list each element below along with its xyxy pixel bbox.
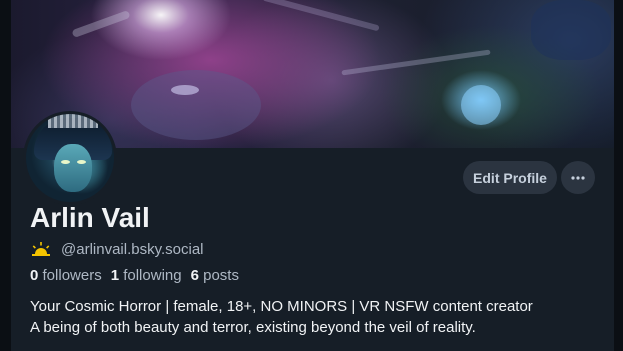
bio-line: Your Cosmic Horror | female, 18+, NO MIN… bbox=[30, 298, 533, 315]
posts-stat: 6 posts bbox=[191, 267, 239, 284]
ellipsis-icon bbox=[571, 175, 585, 180]
bio-line: A being of both beauty and terror, exist… bbox=[30, 319, 476, 336]
handle-row: @arlinvail.bsky.social bbox=[31, 240, 204, 258]
posts-count: 6 bbox=[190, 267, 199, 284]
following-stat[interactable]: 1 following bbox=[111, 267, 182, 284]
edit-profile-label: Edit Profile bbox=[473, 169, 547, 186]
left-frame-edge bbox=[0, 0, 11, 351]
followers-stat[interactable]: 0 followers bbox=[30, 267, 102, 284]
followers-label: followers bbox=[42, 267, 102, 284]
avatar[interactable] bbox=[23, 111, 117, 205]
sun-icon bbox=[32, 242, 50, 256]
edit-profile-button[interactable]: Edit Profile bbox=[463, 161, 557, 194]
profile-handle[interactable]: @arlinvail.bsky.social bbox=[61, 241, 204, 258]
followers-count: 0 bbox=[30, 267, 39, 284]
right-frame-edge bbox=[614, 0, 623, 351]
more-options-button[interactable] bbox=[561, 161, 595, 194]
display-name: Arlin Vail bbox=[30, 202, 150, 233]
following-label: following bbox=[123, 267, 182, 284]
following-count: 1 bbox=[110, 267, 120, 284]
posts-label: posts bbox=[203, 267, 239, 284]
profile-bio: Your Cosmic Horror | female, 18+, NO MIN… bbox=[30, 296, 533, 338]
profile-stats: 0 followers 1 following 6 posts bbox=[30, 267, 248, 284]
